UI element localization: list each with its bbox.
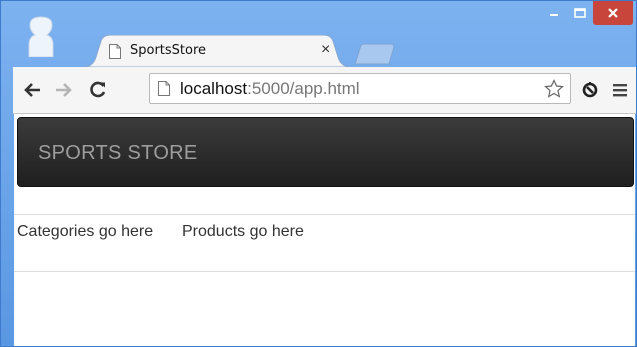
tab-shape — [83, 35, 351, 67]
forward-arrow-icon[interactable] — [53, 79, 75, 101]
reload-icon[interactable] — [87, 79, 109, 101]
window-close-icon[interactable] — [593, 1, 633, 25]
brand-link[interactable]: SPORTS STORE — [38, 142, 198, 165]
content-row: Categories go here Products go here — [14, 214, 635, 272]
new-tab-button[interactable] — [353, 43, 397, 65]
url-text: localhost:5000/app.html — [180, 78, 360, 100]
close-icon[interactable]: × — [321, 41, 330, 59]
maximize-icon[interactable] — [567, 1, 593, 25]
menu-icon[interactable] — [609, 79, 631, 101]
back-arrow-icon[interactable] — [21, 79, 43, 101]
minimize-icon[interactable] — [541, 1, 567, 25]
extension-icon[interactable] — [579, 79, 601, 101]
navbar: SPORTS STORE — [17, 117, 634, 187]
page-icon — [158, 81, 170, 96]
star-icon[interactable] — [544, 79, 564, 99]
tab-title: SportsStore — [130, 43, 207, 58]
products-panel: Products go here — [182, 223, 304, 240]
page-viewport: SPORTS STORE Categories go here Products… — [14, 114, 635, 346]
browser-toolbar: localhost:5000/app.html — [13, 67, 636, 114]
url-path: :5000/app.html — [247, 79, 360, 98]
categories-panel: Categories go here — [17, 223, 154, 240]
address-bar[interactable]: localhost:5000/app.html — [149, 73, 571, 104]
tab-sportsstore[interactable]: SportsStore × — [83, 35, 351, 67]
title-bar: SportsStore × — [1, 1, 636, 67]
profile-icon[interactable] — [25, 15, 57, 57]
url-host: localhost — [180, 79, 248, 98]
browser-window: SportsStore × localhost:5000/app.html SP… — [0, 0, 637, 347]
page-favicon-icon — [109, 44, 121, 59]
